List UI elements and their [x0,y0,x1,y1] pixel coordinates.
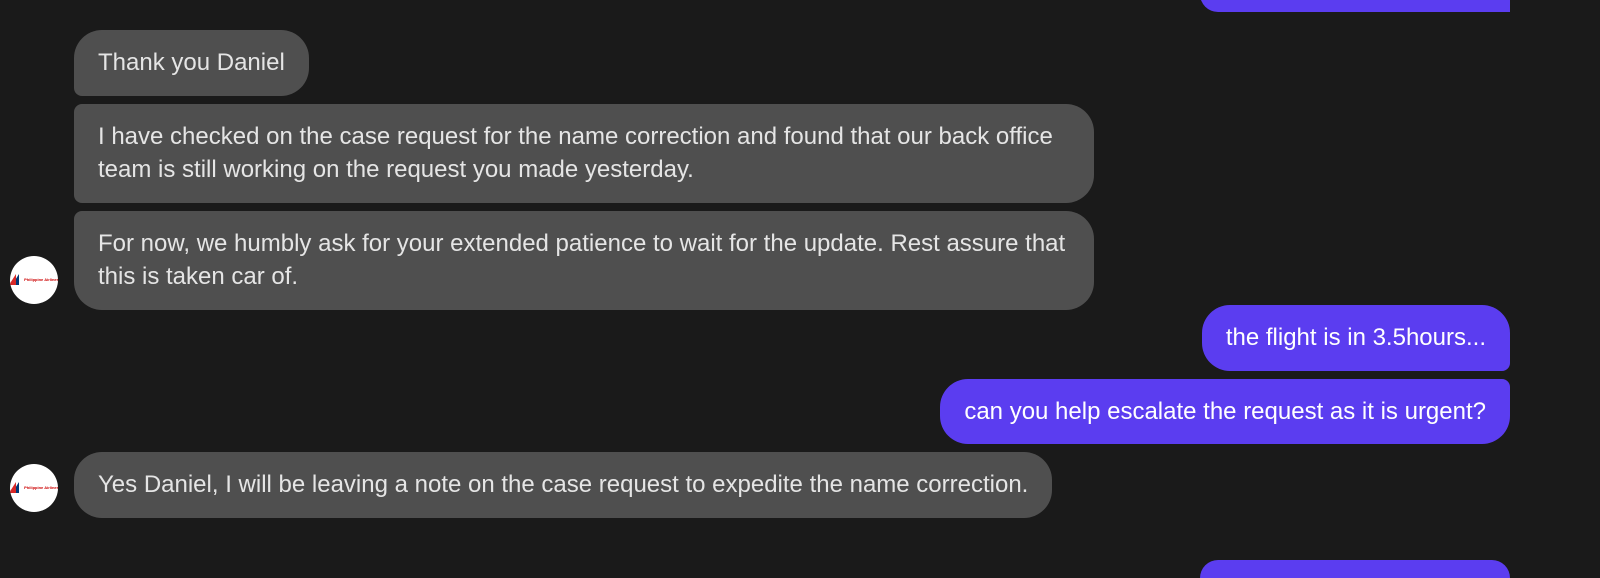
bubble-stack: Thank you Daniel I have checked on the c… [74,30,1094,310]
bubble-stack: the flight is in 3.5hours... can you hel… [940,305,1510,444]
message-fragment [1200,560,1510,578]
message-group-agent: Philippine Airlines Yes Daniel, I will b… [10,452,1052,518]
message-fragment [1200,0,1510,12]
chat-message[interactable]: Thank you Daniel [74,30,309,96]
chat-message[interactable]: For now, we humbly ask for your extended… [74,211,1094,310]
chat-message[interactable]: Yes Daniel, I will be leaving a note on … [74,452,1052,518]
message-group-user: the flight is in 3.5hours... can you hel… [940,305,1510,444]
bubble-stack: Yes Daniel, I will be leaving a note on … [74,452,1052,518]
avatar[interactable]: Philippine Airlines [10,464,58,512]
chat-thread: Philippine Airlines Thank you Daniel I h… [0,0,1600,572]
chat-message[interactable]: I have checked on the case request for t… [74,104,1094,203]
airline-logo-icon: Philippine Airlines [10,481,58,495]
avatar[interactable]: Philippine Airlines [10,256,58,304]
message-group-agent: Philippine Airlines Thank you Daniel I h… [10,30,1094,310]
airline-logo-icon: Philippine Airlines [10,273,58,287]
chat-message[interactable]: can you help escalate the request as it … [940,379,1510,445]
chat-message[interactable]: the flight is in 3.5hours... [1202,305,1510,371]
